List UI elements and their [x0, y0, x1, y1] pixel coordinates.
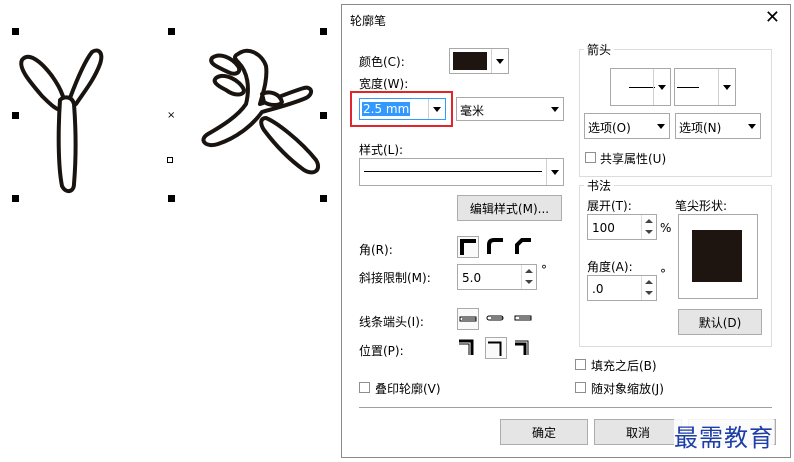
- miter-limit-spinner[interactable]: 5.0: [457, 264, 537, 290]
- ok-button[interactable]: 确定: [500, 419, 588, 445]
- color-swatch: [453, 52, 487, 70]
- width-value[interactable]: 2.5 mm: [363, 102, 409, 116]
- angle-label: 角度(A):: [587, 260, 633, 274]
- share-attributes-label: 共享属性(U): [600, 152, 667, 166]
- miter-label: 斜接限制(M):: [359, 271, 431, 285]
- arrow-end-options-combo[interactable]: 选项(N): [675, 113, 761, 139]
- unit-combo[interactable]: 毫米: [456, 97, 564, 121]
- arrows-group-label: 箭头: [584, 41, 615, 58]
- overprint-label: 叠印轮廓(V): [375, 382, 441, 396]
- width-label: 宽度(W):: [359, 77, 409, 91]
- glyph-ya-stem: [56, 95, 78, 193]
- chevron-down-icon: [547, 98, 563, 120]
- arrow-start-preview: [629, 87, 655, 88]
- scale-with-object-checkbox[interactable]: [575, 382, 586, 393]
- chevron-down-icon: [491, 49, 508, 73]
- position-label: 位置(P):: [359, 344, 404, 358]
- corner-miter-icon[interactable]: [457, 236, 479, 258]
- width-combo[interactable]: 2.5 mm: [359, 98, 446, 120]
- color-picker[interactable]: [449, 48, 509, 74]
- angle-unit: °: [660, 267, 666, 281]
- miter-value: 5.0: [462, 271, 482, 285]
- stretch-value: 100: [592, 221, 615, 235]
- arrow-end-preview: [677, 87, 699, 88]
- glyph-tou-inner: [260, 90, 284, 107]
- spinner-arrows-icon[interactable]: [641, 215, 656, 239]
- arrow-end-options-value: 选项(N): [679, 121, 722, 135]
- arrow-start-combo[interactable]: [610, 68, 671, 106]
- chevron-down-icon: [653, 69, 670, 105]
- linecap-round-icon[interactable]: [485, 308, 507, 330]
- chevron-down-icon: [744, 114, 760, 138]
- fill-behind-checkbox[interactable]: [575, 359, 586, 370]
- arrow-start-options-combo[interactable]: 选项(O): [584, 113, 670, 139]
- style-label: 样式(L):: [359, 143, 404, 157]
- miter-unit: °: [541, 263, 547, 277]
- close-icon[interactable]: ✕: [765, 7, 780, 29]
- corner-round-icon[interactable]: [485, 236, 507, 258]
- line-style-combo[interactable]: [359, 158, 564, 186]
- linecap-butt-icon[interactable]: [457, 308, 479, 330]
- position-inside-icon[interactable]: [513, 337, 535, 359]
- stretch-unit: %: [660, 221, 672, 235]
- nib-shape-preview[interactable]: [678, 214, 758, 299]
- spinner-arrows-icon[interactable]: [521, 265, 536, 289]
- calligraphy-group-label: 书法: [584, 177, 615, 194]
- dialog-title: 轮廓笔: [350, 14, 387, 28]
- position-outside-icon[interactable]: [457, 337, 479, 359]
- scale-with-object-label: 随对象缩放(J): [591, 382, 664, 396]
- nib-shape-label: 笔尖形状:: [675, 199, 728, 213]
- default-button[interactable]: 默认(D): [678, 309, 762, 335]
- corner-bevel-icon[interactable]: [513, 236, 535, 258]
- color-label: 颜色(C):: [359, 55, 405, 69]
- corner-label: 角(R):: [359, 243, 393, 257]
- position-center-icon[interactable]: [485, 337, 507, 359]
- glyph-tou-dot2: [212, 73, 246, 97]
- watermark-logo: 最需教育: [674, 418, 774, 453]
- glyph-tou-tail: [259, 116, 321, 175]
- line-style-preview: [364, 171, 542, 172]
- angle-value: .0: [592, 282, 604, 296]
- edit-style-button[interactable]: 编辑样式(M)...: [457, 195, 562, 221]
- chevron-down-icon: [546, 159, 563, 185]
- linecap-square-icon[interactable]: [513, 308, 535, 330]
- linecap-label: 线条端头(I):: [359, 315, 424, 329]
- outline-pen-dialog: 轮廓笔 ✕ 颜色(C): 宽度(W): 2.5 mm 毫米 样式(L): 编辑样…: [341, 4, 791, 458]
- arrow-start-options-value: 选项(O): [588, 121, 631, 135]
- chevron-down-icon: [653, 114, 669, 138]
- overprint-checkbox[interactable]: [359, 382, 370, 393]
- stretch-label: 展开(T):: [587, 199, 632, 213]
- width-value-selection: 2.5 mm: [362, 102, 411, 116]
- footer-separator: [359, 407, 772, 408]
- unit-value: 毫米: [460, 104, 485, 118]
- chevron-down-icon: [428, 99, 445, 119]
- drawing-canvas[interactable]: ×: [0, 0, 340, 462]
- glyph-ya-right-stroke: [67, 48, 104, 108]
- spinner-arrows-icon[interactable]: [641, 276, 656, 300]
- stretch-spinner[interactable]: 100: [587, 214, 657, 240]
- fill-behind-label: 填充之后(B): [591, 359, 657, 373]
- chevron-down-icon: [718, 69, 735, 105]
- angle-spinner[interactable]: .0: [587, 275, 657, 301]
- outlined-text-art: [19, 48, 321, 193]
- nib-shape-square: [692, 230, 742, 282]
- share-attributes-checkbox[interactable]: [585, 152, 596, 163]
- arrow-end-combo[interactable]: [674, 68, 736, 106]
- cancel-button[interactable]: 取消: [594, 419, 682, 445]
